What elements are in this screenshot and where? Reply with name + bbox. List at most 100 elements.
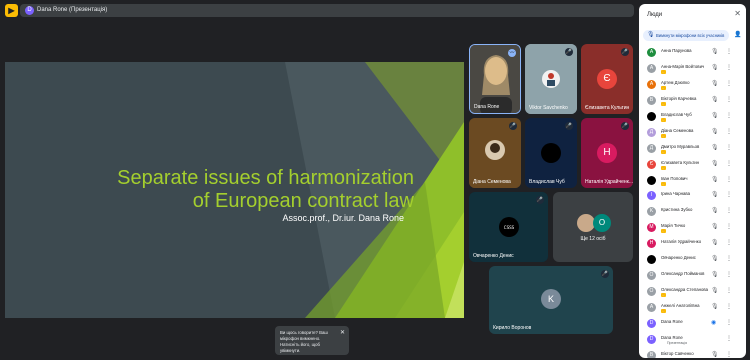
participant-tile-diana[interactable]: 🎤 Діана Семенова — [469, 118, 521, 188]
participant-row[interactable]: O Олександра Степанова ✋ 🎙 ⋮ — [639, 285, 746, 301]
raised-hand-icon: ✋ — [661, 165, 666, 170]
raised-hand-icon: ✋ — [661, 69, 666, 74]
more-options-icon[interactable]: ⋮ — [726, 271, 732, 278]
participant-row[interactable]: O Олександр Пойманов 🎙 ⋮ — [639, 269, 746, 285]
participant-row[interactable]: В Вікторія Карчевка ✋ 🎙 ⋮ — [639, 94, 746, 110]
tile-name: Наталія Удрайченк... — [585, 179, 633, 185]
more-avatar-initial: O — [593, 214, 611, 232]
participant-tile-yelyzaveta[interactable]: Є 🎤 Єлизавета Культин — [581, 44, 633, 114]
mic-off-icon[interactable]: 🎙 — [711, 255, 719, 262]
participant-row[interactable]: В Віктор Савченко 🎙 ⋮ — [639, 349, 746, 358]
more-options-icon[interactable]: ⋮ — [726, 191, 732, 198]
more-options-icon[interactable]: ⋮ — [726, 207, 732, 214]
presentation-title-bar[interactable]: D Dana Rone (Презентація) — [20, 4, 634, 17]
more-options-icon[interactable]: ⋮ — [726, 80, 732, 87]
more-options-icon[interactable]: ⋮ — [726, 144, 732, 151]
tile-name: Владислав Чуб — [529, 179, 565, 185]
participant-row[interactable]: Д Дмитро Муравльов ✋ 🎙 ⋮ — [639, 142, 746, 158]
participant-row[interactable]: D Dana Rone Презентація ⋮ — [639, 333, 746, 349]
close-icon[interactable]: ✕ — [340, 329, 345, 336]
participant-row[interactable]: Владислав Чуб ✋ 🎙 ⋮ — [639, 110, 746, 126]
mic-off-icon[interactable]: 🎙 — [711, 271, 719, 278]
participant-row[interactable]: K Кристина Зубко 🎙 ⋮ — [639, 205, 746, 221]
participant-avatar: K — [647, 207, 656, 217]
participant-tile-viktor[interactable]: 🎤 Viktor Savchenko — [525, 44, 577, 114]
participant-row[interactable]: I Ірина Чарнава 🎙 ⋮ — [639, 189, 746, 205]
participant-row[interactable]: A Анжелі Анатоліївна ✋ 🎙 ⋮ — [639, 301, 746, 317]
mic-off-icon[interactable]: 🎙 — [711, 176, 719, 183]
participant-avatar: D — [647, 318, 656, 328]
more-options-icon[interactable]: ⋮ — [726, 287, 732, 294]
participant-avatar — [647, 175, 656, 185]
participant-row[interactable]: Іван Попович ✋ 🎙 ⋮ — [639, 174, 746, 190]
participant-row[interactable]: Овчаренко Денис 🎙 ⋮ — [639, 253, 746, 269]
participant-row[interactable]: Д Діана Семенова ✋ 🎙 ⋮ — [639, 126, 746, 142]
participant-name: Кристина Зубко — [661, 207, 693, 213]
more-options-icon[interactable]: ⋮ — [726, 96, 732, 103]
participant-tile-kyrylo[interactable]: K 🎤 Кирило Воронов — [489, 266, 613, 334]
tile-name: Viktor Savchenko — [529, 105, 568, 111]
more-options-icon[interactable]: ⋮ — [726, 48, 732, 55]
add-person-icon[interactable]: 👤 — [732, 30, 744, 41]
meet-logo-icon[interactable]: ▶ — [5, 4, 18, 17]
mic-off-icon[interactable]: 🎙 — [711, 223, 719, 230]
mic-off-icon[interactable]: 🎙 — [711, 96, 719, 103]
participant-tile-dana[interactable]: 〰 Dana Rone — [469, 44, 521, 114]
participant-tile-nataliia[interactable]: Н 🎤 Наталія Удрайченк... — [581, 118, 633, 188]
mute-all-button[interactable]: 🎙 Вимкнути мікрофони всіх учасників — [643, 30, 729, 41]
mic-off-icon[interactable]: 🎙 — [711, 128, 719, 135]
presentation-title: Dana Rone (Презентація) — [37, 7, 108, 13]
participant-avatar: M — [647, 223, 656, 233]
panel-title: Люди — [647, 12, 663, 18]
raised-hand-icon: ✋ — [661, 309, 666, 313]
more-options-icon[interactable]: ⋮ — [726, 319, 732, 326]
more-options-icon[interactable]: ⋮ — [726, 128, 732, 135]
participant-row[interactable]: А Анна Парунова 🎙 ⋮ — [639, 46, 746, 62]
participant-name: Анжелі Анатоліївна — [661, 303, 700, 308]
more-options-icon[interactable]: ⋮ — [726, 112, 732, 119]
participant-name: Марія Тичко — [661, 223, 686, 229]
participant-row[interactable]: Є Єлизавета Культин ✋ 🎙 ⋮ — [639, 158, 746, 174]
mic-off-icon[interactable]: 🎙 — [711, 144, 719, 151]
participant-row[interactable]: D Dana Rone ◉ ⋮ — [639, 317, 746, 333]
more-options-icon[interactable]: ⋮ — [726, 303, 732, 310]
mic-off-icon[interactable]: 🎙 — [711, 160, 719, 167]
participant-tile-vladyslav[interactable]: 🎤 Владислав Чуб — [525, 118, 577, 188]
more-options-icon[interactable]: ⋮ — [726, 223, 732, 230]
more-options-icon[interactable]: ⋮ — [726, 64, 732, 71]
mic-off-icon[interactable]: 🎙 — [711, 112, 719, 119]
mic-off-icon[interactable]: 🎙 — [711, 48, 719, 55]
more-options-icon[interactable]: ⋮ — [726, 239, 732, 246]
mic-off-icon[interactable]: 🎙 — [711, 287, 719, 294]
more-options-icon[interactable]: ⋮ — [726, 176, 732, 183]
participant-avatar: Є — [597, 69, 617, 89]
participant-tile-denys[interactable]: CSSS 🎤 Овчаренко Денис — [469, 192, 548, 262]
participant-row[interactable]: H Наталія Удрайченко 🎙 ⋮ — [639, 237, 746, 253]
more-options-icon[interactable]: ⋮ — [726, 255, 732, 262]
mic-off-icon: 🎤 — [565, 122, 573, 130]
speaking-icon[interactable]: ◉ — [711, 319, 716, 326]
participant-name: Dana Rone — [661, 334, 683, 340]
more-options-icon[interactable]: ⋮ — [726, 351, 732, 358]
mic-off-icon[interactable]: 🎙 — [711, 239, 719, 246]
participant-name: Іван Попович — [661, 175, 688, 181]
mic-off-icon[interactable]: 🎙 — [711, 303, 719, 310]
participant-name: Вікторія Карчевка — [661, 95, 697, 101]
mic-off-icon[interactable]: 🎙 — [711, 351, 719, 358]
participant-name: Анна-Марія Войтович — [661, 63, 705, 69]
participant-tile-more[interactable]: O Ще 12 осіб — [553, 192, 633, 262]
close-icon[interactable]: ✕ — [734, 9, 741, 18]
participant-row[interactable]: M Марія Тичко ✋ 🎙 ⋮ — [639, 221, 746, 237]
mic-off-icon[interactable]: 🎙 — [711, 191, 719, 198]
raised-hand-icon: ✋ — [661, 181, 666, 186]
svg-text:CSSS: CSSS — [504, 225, 515, 230]
mic-off-icon[interactable]: 🎙 — [711, 64, 719, 71]
more-options-icon[interactable]: ⋮ — [726, 160, 732, 167]
mic-icon: 🎙 — [647, 32, 655, 38]
participant-row[interactable]: A Артем Дзюпко ✋ 🎙 ⋮ — [639, 78, 746, 94]
mic-off-icon[interactable]: 🎙 — [711, 80, 719, 87]
participant-row[interactable]: A Анна-Марія Войтович ✋ 🎙 ⋮ — [639, 62, 746, 78]
more-options-icon[interactable]: ⋮ — [726, 335, 732, 342]
participant-name: Владислав Чуб — [661, 111, 692, 117]
mic-off-icon[interactable]: 🎙 — [711, 207, 719, 214]
